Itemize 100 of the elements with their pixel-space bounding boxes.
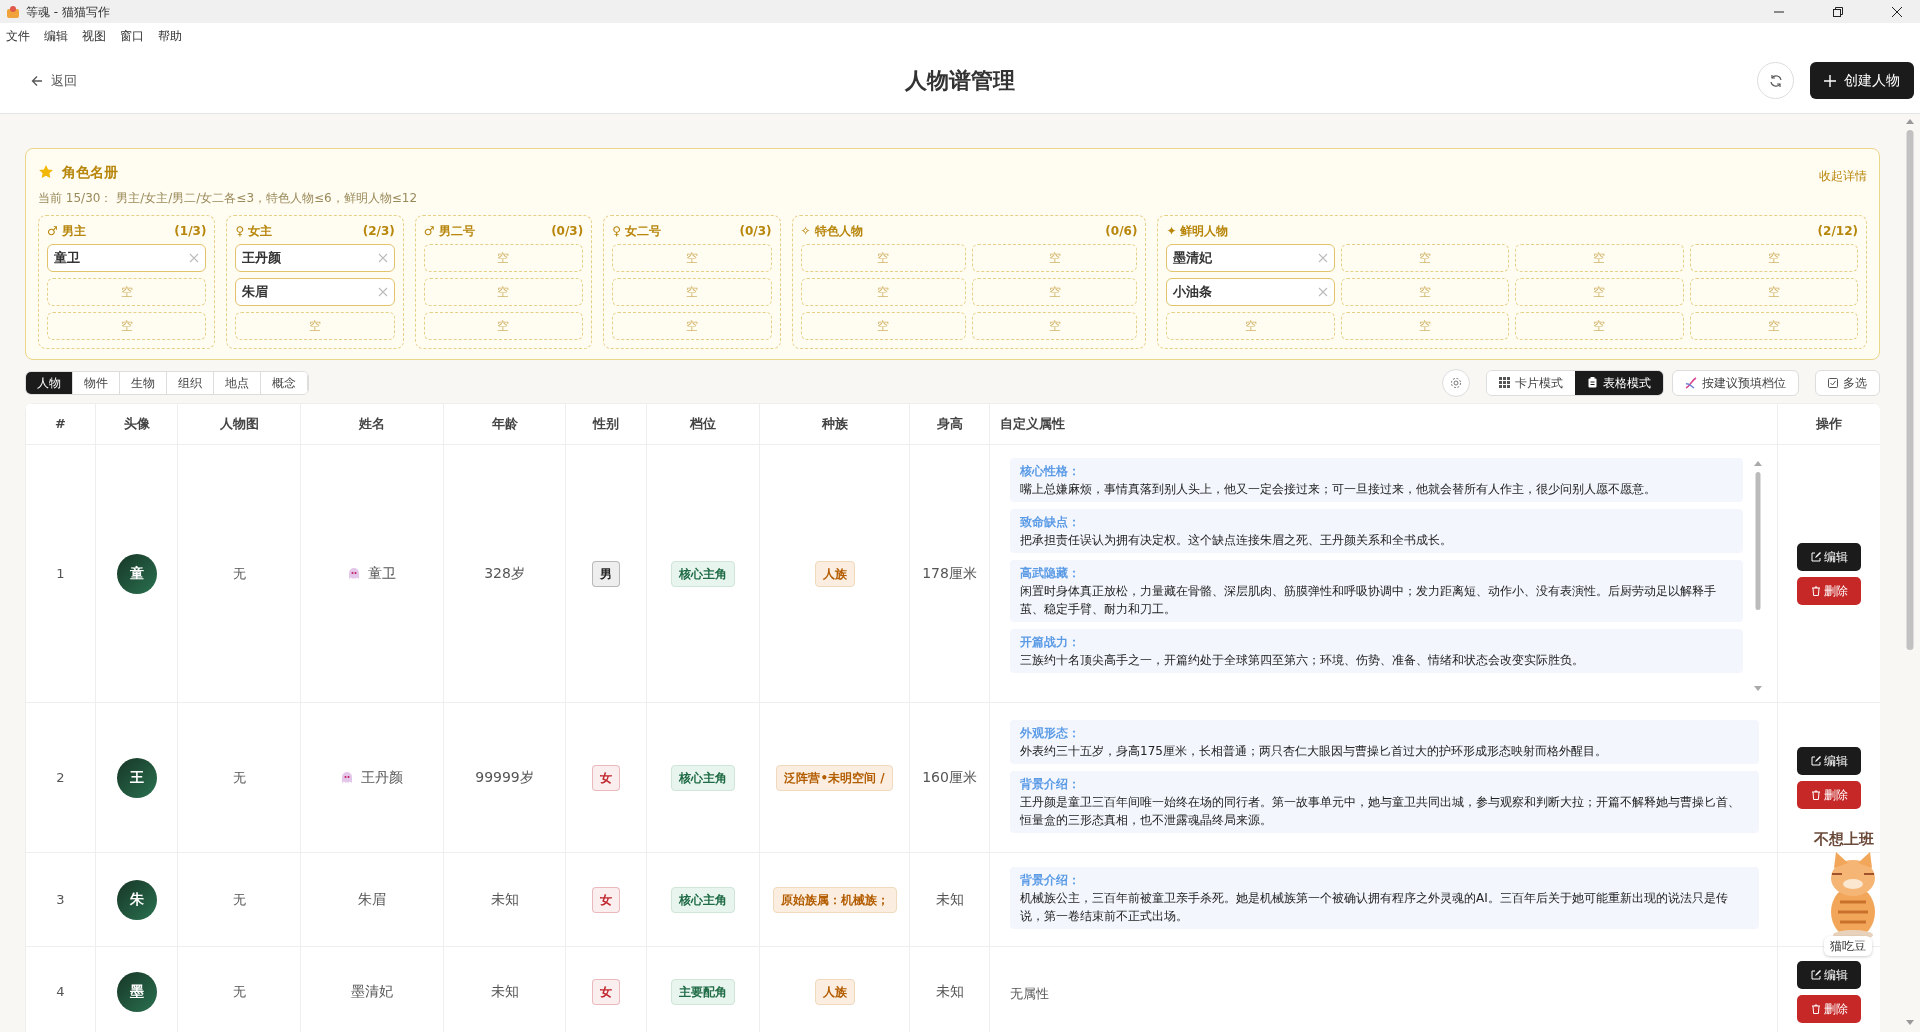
remove-icon[interactable] [377, 287, 388, 297]
role-symbol: ♂ [47, 223, 58, 240]
settings-button[interactable] [1442, 368, 1470, 397]
trash-icon [1810, 1003, 1821, 1014]
attribute-label: 开篇战力： [1020, 633, 1081, 651]
clipboard-icon [1587, 377, 1598, 388]
remove-icon[interactable] [1317, 287, 1328, 297]
remove-icon[interactable] [1317, 253, 1328, 263]
age-cell: 未知 [443, 852, 566, 947]
attribute-text: 机械族公主，三百年前被童卫亲手杀死。她是机械族第一个被确认拥有程序之外灵魂的AI。三百年后关于她可能重新出现的说法只是传说，第一卷结束前不正式出场。 [1020, 890, 1729, 925]
back-button[interactable]: 返回 [30, 69, 78, 92]
edit-button[interactable]: 编辑 [1797, 746, 1861, 775]
portrait-cell: 无 [177, 702, 301, 853]
group-label: 特色人物 [814, 223, 863, 240]
delete-button[interactable]: 删除 [1797, 780, 1861, 809]
tier-tag: 核心主角 [671, 886, 735, 913]
age-cell: 328岁 [443, 444, 566, 703]
remove-icon[interactable] [189, 253, 200, 263]
checkbox-icon [1828, 377, 1838, 388]
column-header: 姓名 [300, 403, 444, 445]
slot-name: 小油条 [1173, 283, 1213, 302]
avatar: 墨 [116, 971, 157, 1012]
height-cell: 160厘米 [909, 702, 990, 853]
roster-slot[interactable]: 王丹颜 [235, 244, 395, 272]
category-tab[interactable]: 人物 [26, 371, 73, 394]
tier-tag: 主要配角 [671, 978, 735, 1005]
avatar: 童 [116, 553, 157, 594]
menu-item[interactable]: 窗口 [120, 26, 144, 45]
collapse-link[interactable]: 收起详情 [1819, 167, 1867, 185]
app-logo-icon [6, 4, 20, 19]
multi-select-button[interactable]: 多选 [1815, 369, 1880, 396]
settings-icon [1450, 376, 1462, 389]
avatar: 朱 [116, 879, 157, 920]
menu-item[interactable]: 视图 [82, 26, 106, 45]
close-icon[interactable] [1890, 4, 1904, 19]
group-count: (2/12) [1817, 223, 1858, 240]
view-mode-tab[interactable]: 表格模式 [1575, 370, 1663, 395]
prefill-button[interactable]: 按建议预填档位 [1672, 369, 1799, 396]
edit-button[interactable]: 编辑 [1797, 542, 1861, 571]
column-header: 身高 [909, 403, 990, 445]
create-button[interactable]: 创建人物 [1810, 62, 1914, 99]
role-symbol: ♀ [235, 223, 245, 240]
age-cell: 99999岁 [443, 702, 566, 853]
remove-icon[interactable] [377, 253, 388, 263]
portrait-cell: 无 [177, 852, 301, 947]
row-number: 2 [25, 702, 96, 853]
race-tag: 泛阵营•未明空间 / [776, 764, 893, 791]
edit-button[interactable]: 编辑 [1797, 960, 1861, 989]
menu-item[interactable]: 编辑 [44, 26, 68, 45]
roster-summary: 当前 15/30： 男主/女主/男二/女二各≤3，特色人物≤6，鲜明人物≤12 [38, 190, 419, 207]
group-label: 鲜明人物 [1180, 223, 1229, 240]
roster-slot[interactable]: 朱眉 [235, 278, 395, 306]
window-title: 等魂 - 猫猫写作 [26, 3, 110, 21]
roster-title: 角色名册 [62, 162, 118, 182]
plus-icon [1824, 74, 1836, 87]
column-header: 头像 [95, 403, 178, 445]
edit-icon [1810, 551, 1821, 562]
roster-slot[interactable]: 童卫 [47, 244, 207, 272]
attribute-text: 王丹颜是童卫三百年间唯一始终在场的同行者。第一故事单元中，她与童卫共同出城，参与观察和判断大拉；开篇不解释她与曹操匕首、恒量盒的三形态真相，也不泄露魂晶终局来源。 [1020, 793, 1741, 829]
slot-name: 童卫 [54, 249, 80, 268]
attribute-text: 闲置时身体真正放松，力量藏在骨骼、深层肌肉、筋膜弹性和呼吸协调中；发力距离短、动作小、没有表演性。后厨劳动足以解释手茧、稳定手臂、耐力和刀工。 [1020, 582, 1717, 618]
gender-tag: 男 [592, 560, 620, 587]
tier-tag: 核心主角 [671, 764, 735, 791]
delete-button[interactable]: 删除 [1797, 576, 1861, 605]
menu-item[interactable]: 帮助 [158, 26, 182, 45]
trash-icon [1810, 789, 1821, 800]
row-number: 3 [25, 852, 96, 947]
name-text: 朱眉 [358, 890, 386, 909]
column-header: 年龄 [443, 403, 566, 445]
roster-slot[interactable]: 小油条 [1166, 278, 1335, 306]
restore-icon[interactable] [1831, 4, 1845, 19]
page-title: 人物谱管理 [905, 67, 1015, 94]
column-header: # [25, 403, 96, 445]
slot-name: 朱眉 [242, 283, 269, 302]
pet-caption: 猫吃豆 [1824, 936, 1872, 956]
group-count: (1/3) [174, 223, 207, 240]
name-text: 童卫 [368, 564, 396, 583]
delete-button[interactable]: 删除 [1797, 994, 1861, 1023]
attribute-label: 高武隐藏： [1020, 564, 1081, 582]
name-text: 墨清妃 [351, 982, 393, 1001]
refresh-button[interactable] [1757, 62, 1794, 99]
role-symbol: ♂ [423, 223, 435, 240]
group-count: (0/3) [739, 223, 772, 240]
group-count: (2/3) [362, 223, 395, 240]
column-header: 人物图 [177, 403, 301, 445]
menu-item[interactable]: 文件 [6, 26, 30, 45]
portrait-cell: 无 [177, 444, 301, 703]
attribute-label: 核心性格： [1020, 462, 1081, 480]
gender-tag: 女 [592, 764, 620, 791]
attribute-label: 外观形态： [1020, 724, 1081, 742]
attribute-text: 嘴上总嫌麻烦，事情真落到别人头上，他又一定会接过来；可一旦接过来，他就会替所有人作主，很少问别人愿不愿意。 [1020, 480, 1657, 498]
race-tag: 人族 [814, 560, 855, 587]
roster-slot[interactable]: 墨清妃 [1166, 244, 1335, 272]
attribute-text: 三族约十名顶尖高手之一，开篇约处于全球第四至第六；环境、伤势、准备、情绪和状态会改变实际胜负。 [1020, 651, 1585, 669]
trash-icon [1810, 585, 1821, 596]
group-count: (0/3) [551, 223, 584, 240]
edit-icon [1810, 755, 1821, 766]
group-count: (0/6) [1105, 223, 1138, 240]
grid-icon [1499, 377, 1510, 388]
group-label: 女主 [248, 223, 273, 240]
